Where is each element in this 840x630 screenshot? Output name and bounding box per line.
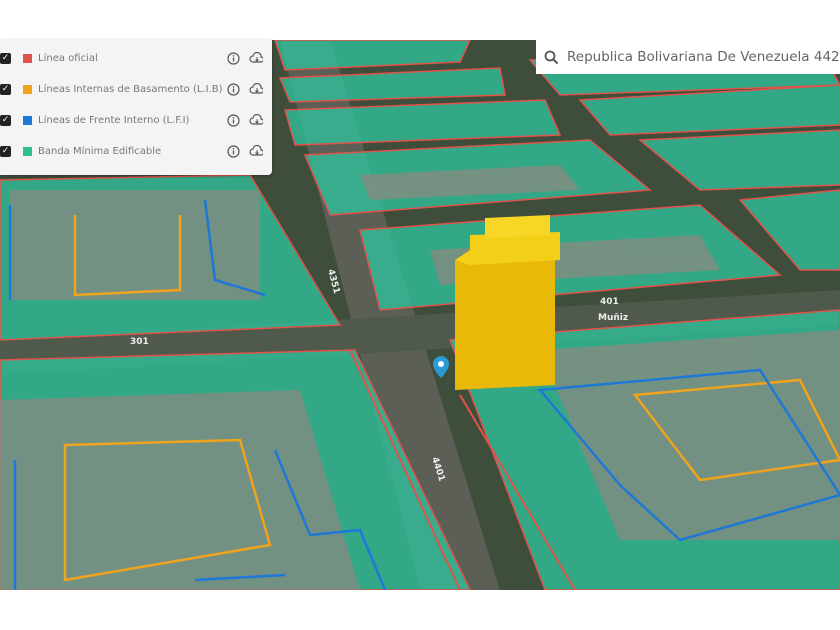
layer-row-banda: ✓ Banda Mínima Edificable: [0, 141, 272, 161]
color-swatch: [23, 146, 32, 156]
building-volume[interactable]: [455, 215, 560, 390]
search-box[interactable]: Republica Bolivariana De Venezuela 4420: [536, 40, 840, 74]
layer-checkbox[interactable]: ✓: [0, 83, 11, 95]
layer-label: Línea oficial: [38, 52, 98, 64]
search-icon: [544, 50, 559, 65]
info-icon[interactable]: [226, 51, 240, 65]
cloud-download-icon[interactable]: [249, 51, 263, 65]
layer-checkbox[interactable]: ✓: [0, 52, 11, 64]
cloud-download-icon[interactable]: [249, 144, 263, 158]
color-swatch: [23, 53, 32, 63]
cloud-download-icon[interactable]: [249, 113, 263, 127]
info-icon[interactable]: [226, 113, 240, 127]
color-swatch: [23, 115, 32, 125]
layer-label: Líneas Internas de Basamento (L.I.B): [38, 83, 223, 95]
color-swatch: [23, 84, 32, 94]
street-label: Muñiz: [598, 313, 628, 323]
cloud-download-icon[interactable]: [249, 82, 263, 96]
info-icon[interactable]: [226, 82, 240, 96]
info-icon[interactable]: [226, 144, 240, 158]
layer-row-linea-oficial: ✓ Línea oficial: [0, 48, 272, 68]
layer-label: Líneas de Frente Interno (L.F.I): [38, 114, 190, 126]
layer-legend-panel: ✓ Línea oficial ✓ Líneas Internas de Bas…: [0, 40, 272, 175]
layer-checkbox[interactable]: ✓: [0, 114, 11, 126]
street-label: 301: [130, 337, 149, 347]
street-label: 401: [600, 297, 619, 307]
layer-row-lfi: ✓ Líneas de Frente Interno (L.F.I): [0, 110, 272, 130]
layer-checkbox[interactable]: ✓: [0, 145, 11, 157]
search-input[interactable]: Republica Bolivariana De Venezuela 4420: [567, 49, 840, 65]
layer-label: Banda Mínima Edificable: [38, 145, 162, 157]
layer-row-lib: ✓ Líneas Internas de Basamento (L.I.B): [0, 79, 272, 99]
